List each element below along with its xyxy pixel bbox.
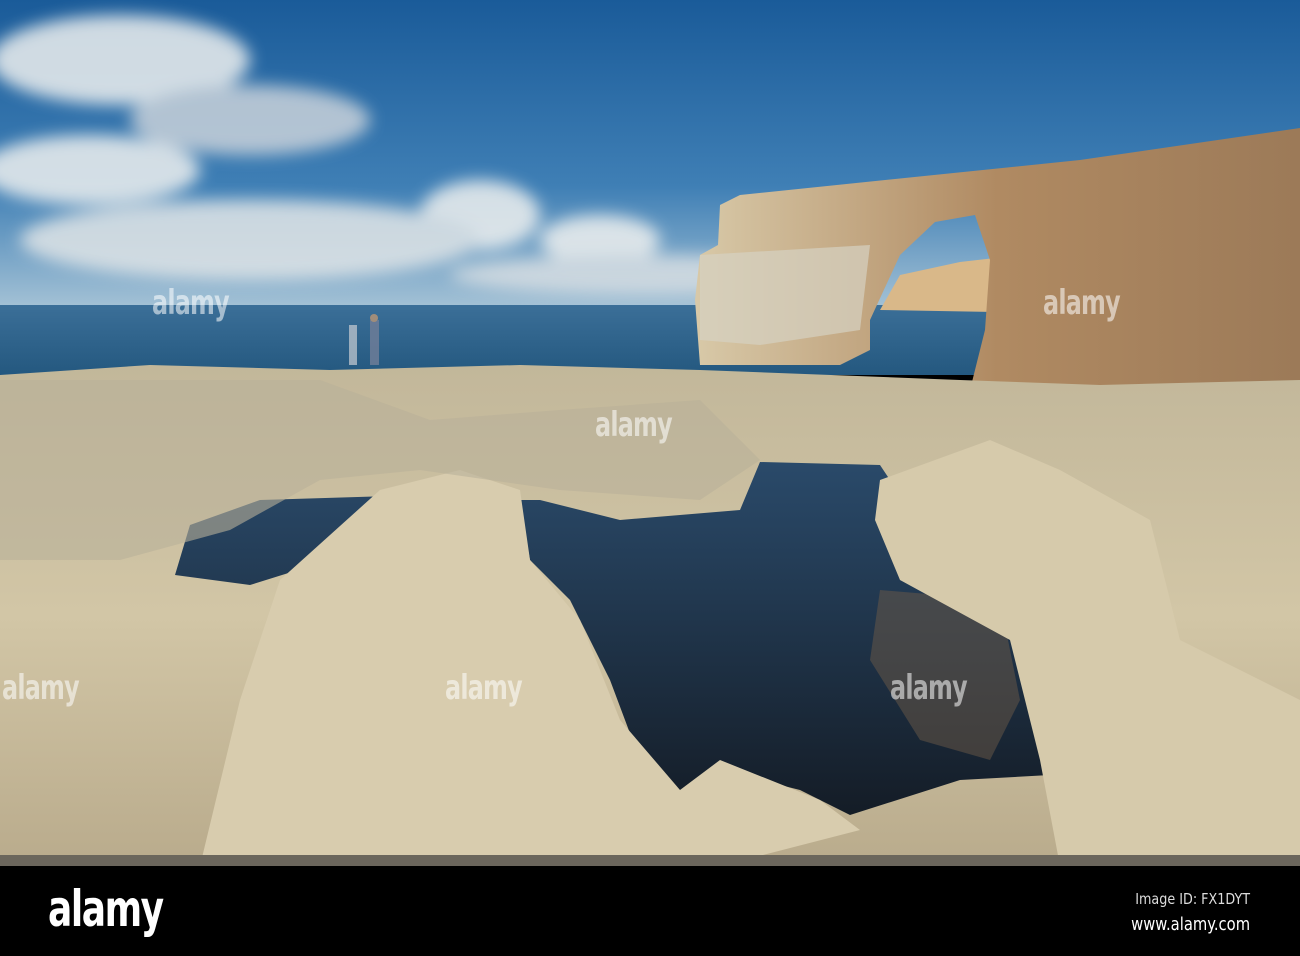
watermark: alamy — [595, 405, 673, 445]
watermark: alamy — [152, 283, 230, 323]
watermark: alamy — [1043, 283, 1121, 323]
alamy-logo[interactable]: alamy — [48, 880, 164, 938]
footer-bar: alamy Image ID: FX1DYT www.alamy.com — [0, 866, 1300, 956]
website-link[interactable]: www.alamy.com — [1131, 914, 1250, 935]
watermark: alamy — [445, 668, 523, 708]
watermark: alamy — [2, 668, 80, 708]
image-id: Image ID: FX1DYT — [1135, 890, 1250, 908]
watermark: alamy — [890, 668, 968, 708]
